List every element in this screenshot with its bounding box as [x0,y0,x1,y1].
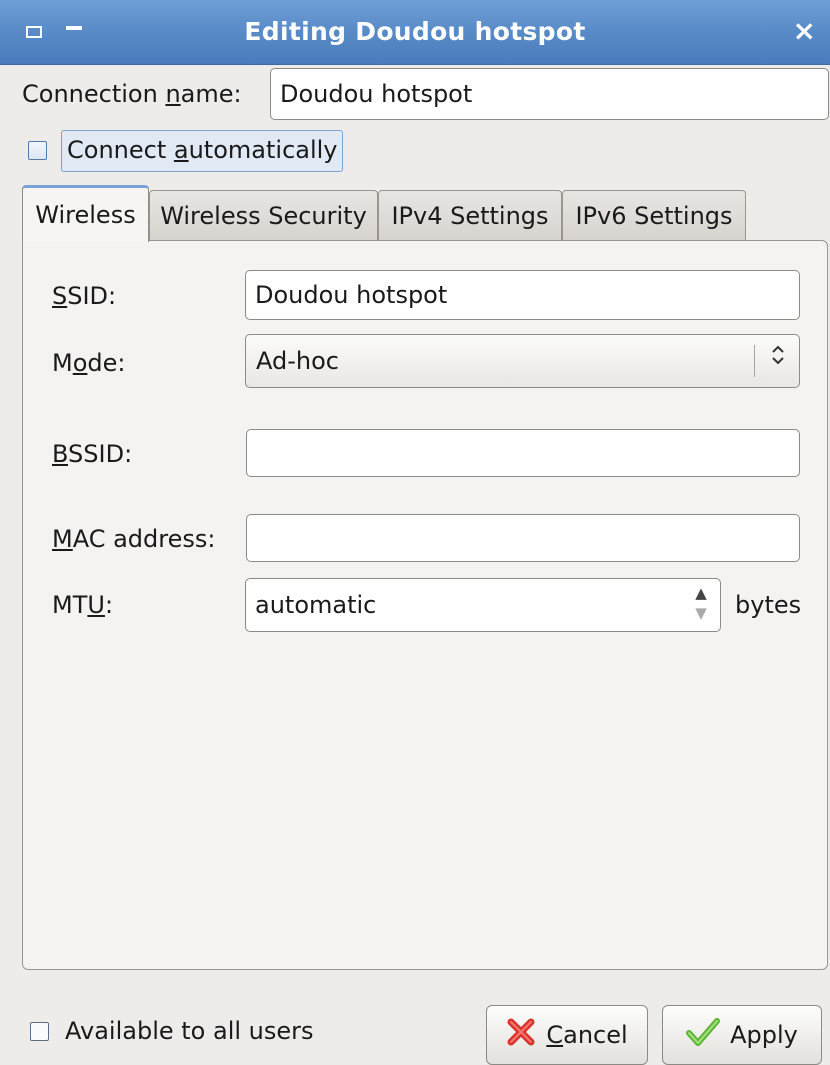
apply-button[interactable]: Apply [662,1005,822,1065]
green-check-icon [686,1017,721,1053]
updown-arrows-icon [769,343,787,371]
mnemonic: U [87,591,105,619]
available-to-all-users-label[interactable]: Available to all users [65,1017,314,1045]
mode-dropdown[interactable]: Ad-hoc [245,334,800,388]
mtu-label: MTU: [52,591,113,619]
mac-address-input[interactable] [246,514,800,562]
tab-ipv6-settings[interactable]: IPv6 Settings [562,190,746,240]
bssid-input[interactable] [246,429,800,477]
mode-value: Ad-hoc [256,347,339,375]
label-part: AC address: [72,525,216,553]
mnemonic: B [52,440,69,468]
label-part: MT [52,591,88,619]
mac-address-label: MAC address: [52,525,215,553]
connection-name-value: Doudou hotspot [280,80,473,108]
tab-wireless[interactable]: Wireless [22,185,149,242]
window-title: Editing Doudou hotspot [244,17,586,46]
spin-buttons: ▲ ▼ [690,583,712,627]
mnemonic: o [72,349,88,377]
red-x-icon [506,1017,536,1053]
label-part: utomatically [188,136,338,164]
connect-automatically-label[interactable]: Connect automatically [67,136,338,164]
spin-up-icon[interactable]: ▲ [690,583,712,603]
ssid-value: Doudou hotspot [255,281,448,309]
spin-down-icon[interactable]: ▼ [690,603,712,623]
tab-label: Wireless [35,201,136,229]
mtu-unit-label: bytes [735,591,802,619]
mtu-value: automatic [255,591,377,619]
connect-automatically-checkbox[interactable] [28,141,47,160]
close-icon[interactable]: × [793,16,816,46]
label-part: M [52,349,73,377]
connection-name-label: Connection name: [22,80,242,108]
tab-label: Wireless Security [160,201,367,230]
tab-ipv4-settings[interactable]: IPv4 Settings [378,190,562,240]
mnemonic: n [165,80,181,108]
cancel-button[interactable]: Cancel [486,1005,648,1065]
label-part: : [104,591,114,619]
ssid-input[interactable]: Doudou hotspot [245,270,800,320]
bssid-label: BSSID: [52,440,132,468]
mnemonic: a [173,136,189,164]
label-part: de: [87,349,126,377]
label-part: SSID: [68,440,133,468]
ssid-label: SSID: [52,282,116,310]
apply-label: Apply [730,1021,798,1049]
label-part: ame: [180,80,242,108]
title-bar: Editing Doudou hotspot × [0,0,830,65]
mode-label: Mode: [52,349,126,377]
mnemonic: C [546,1021,564,1049]
tab-wireless-security[interactable]: Wireless Security [149,190,378,240]
label-part: Connect [67,136,174,164]
label-part: SID: [67,282,117,310]
tab-label: IPv4 Settings [391,201,549,230]
mtu-spinbox[interactable]: automatic ▲ ▼ [245,578,721,632]
label-part: Connection [22,80,166,108]
connection-name-input[interactable]: Doudou hotspot [270,68,829,120]
combo-separator [754,345,755,377]
mnemonic: S [52,282,68,310]
cancel-label: Cancel [546,1021,627,1049]
label-part: ancel [563,1021,628,1049]
mnemonic: M [52,525,73,553]
available-to-all-users-checkbox[interactable] [30,1022,49,1041]
tab-label: IPv6 Settings [575,201,733,230]
